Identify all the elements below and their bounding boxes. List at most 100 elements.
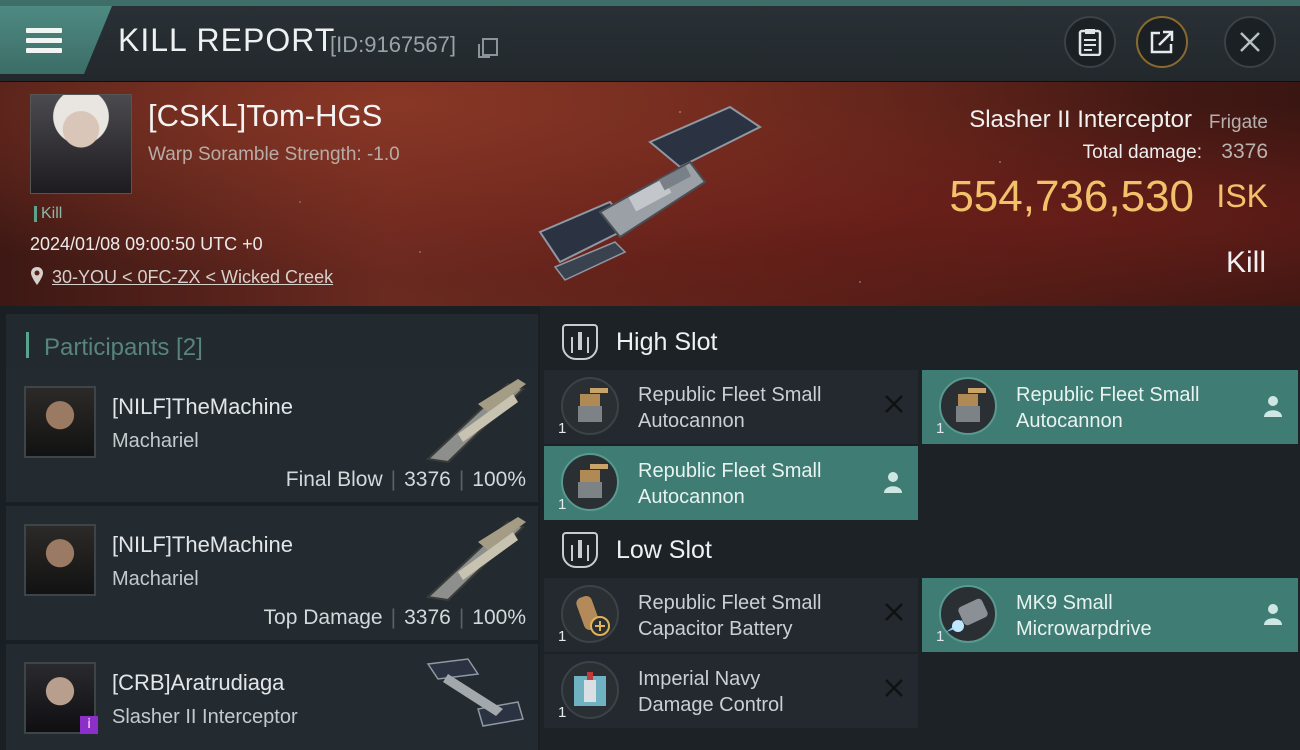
module-name-line1: Republic Fleet Small [638, 384, 822, 406]
close-icon [1240, 32, 1260, 52]
module-name: MK9 Small Microwarpdrive [1016, 590, 1246, 642]
info-badge[interactable]: i [80, 716, 98, 734]
module-item[interactable]: 1 Republic Fleet Small Capacitor Battery [544, 578, 918, 652]
report-id: [ID:9167567] [330, 32, 456, 57]
participants-header: Participants [2] [6, 314, 538, 372]
kill-location-link[interactable]: 30-YOU < 0FC-ZX < Wicked Creek [52, 267, 333, 288]
isk-value: 554,736,530 [949, 172, 1194, 221]
victim-name[interactable]: [CSKL]Tom-HGS [148, 98, 382, 134]
clipboard-icon [1078, 29, 1102, 56]
module-quantity: 1 [936, 420, 945, 437]
share-icon [1150, 30, 1174, 54]
participant-ship-image[interactable] [418, 654, 528, 734]
person-icon [884, 472, 902, 493]
participant-avatar[interactable] [24, 386, 96, 458]
copy-icon[interactable] [478, 38, 498, 58]
microwarpdrive-icon [939, 585, 997, 643]
victim-ship-name[interactable]: Slasher II Interceptor [969, 106, 1192, 134]
high-slot-header: High Slot [544, 310, 1300, 372]
kill-tag: Kill [34, 206, 62, 222]
module-name-line2: Autocannon [1016, 410, 1123, 432]
module-name: Imperial Navy Damage Control [638, 666, 868, 718]
module-quantity: 1 [936, 628, 945, 645]
module-name-line2: Autocannon [638, 410, 745, 432]
module-name-line1: Republic Fleet Small [638, 460, 822, 482]
participant-ship-image[interactable] [418, 512, 528, 602]
module-name-line1: Republic Fleet Small [638, 592, 822, 614]
module-name-line1: MK9 Small [1016, 592, 1113, 614]
autocannon-icon [561, 377, 619, 435]
participant-role: Top Damage [263, 606, 383, 629]
kill-timestamp: 2024/01/08 09:00:50 UTC +0 [30, 234, 263, 254]
participants-panel: Participants [2] [NILF]TheMachine Machar… [0, 306, 540, 750]
autocannon-icon [561, 453, 619, 511]
module-name-line2: Microwarpdrive [1016, 618, 1152, 640]
x-icon [885, 679, 903, 697]
x-icon [885, 395, 903, 413]
module-name-line2: Autocannon [638, 486, 745, 508]
isk-unit: ISK [1216, 178, 1268, 214]
participant-role: Final Blow [285, 468, 383, 491]
module-item[interactable]: 1 Imperial Navy Damage Control [544, 654, 918, 728]
participants-label: Participants [2] [44, 334, 203, 361]
total-damage-value: 3376 [1221, 140, 1268, 163]
share-button[interactable] [1136, 16, 1188, 68]
module-quantity: 1 [558, 628, 567, 645]
menu-button[interactable] [0, 6, 112, 74]
module-name-line2: Capacitor Battery [638, 618, 793, 640]
module-item[interactable]: 1 Republic Fleet Small Autocannon [922, 370, 1298, 444]
participant-stats: Final Blow | 3376 | 100% [285, 468, 526, 491]
participant-row[interactable]: [NILF]TheMachine Machariel Top Damage | 33… [6, 506, 538, 640]
high-slot-label: High Slot [616, 328, 718, 356]
low-slot-header: Low Slot [544, 518, 1300, 580]
module-name: Republic Fleet Small Autocannon [1016, 382, 1246, 434]
high-slot-icon [562, 324, 598, 360]
location-pin-icon [31, 267, 43, 285]
participant-name[interactable]: [NILF]TheMachine [112, 394, 293, 420]
person-icon [1264, 396, 1282, 417]
participant-avatar[interactable] [24, 524, 96, 596]
warp-scramble-strength: Warp Soramble Strength: -1.0 [148, 144, 400, 165]
participant-ship-image[interactable] [418, 374, 528, 464]
low-slot-label: Low Slot [616, 536, 712, 564]
module-item[interactable]: 1 Republic Fleet Small Autocannon [544, 370, 918, 444]
participants-accent-bar [26, 332, 29, 358]
participant-damage: 3376 [404, 606, 451, 629]
x-icon [885, 603, 903, 621]
autocannon-icon [939, 377, 997, 435]
participant-percent: 100% [472, 606, 526, 629]
total-damage-label: Total damage: [1082, 142, 1202, 163]
victim-ship-class: Frigate [1208, 112, 1268, 133]
result-label: Kill [1225, 246, 1266, 279]
fitting-panel: High Slot 1 Republic Fleet Small Autocann… [540, 306, 1300, 750]
participant-ship: Slasher II Interceptor [112, 706, 298, 728]
low-slot-icon [562, 532, 598, 568]
top-accent-line [0, 0, 1300, 6]
participant-ship: Machariel [112, 568, 199, 590]
participant-percent: 100% [472, 468, 526, 491]
victim-avatar[interactable] [30, 94, 132, 194]
close-button[interactable] [1224, 16, 1276, 68]
module-name: Republic Fleet Small Autocannon [638, 382, 868, 434]
module-name-line2: Damage Control [638, 694, 784, 716]
capacitor-battery-icon [561, 585, 619, 643]
damage-control-icon [561, 661, 619, 719]
participant-name[interactable]: [NILF]TheMachine [112, 532, 293, 558]
participant-name[interactable]: [CRB]Aratrudiaga [112, 670, 284, 696]
victim-ship-image[interactable] [520, 102, 780, 282]
participant-row[interactable]: i [CRB]Aratrudiaga Slasher II Intercepto… [6, 644, 538, 750]
module-item[interactable]: 1 MK9 Small Microwarpdrive [922, 578, 1298, 652]
participant-row[interactable]: [NILF]TheMachine Machariel Final Blow | 33… [6, 368, 538, 502]
top-bar: KILL REPORT [ID:9167567] [0, 0, 1300, 82]
participant-damage: 3376 [404, 468, 451, 491]
module-quantity: 1 [558, 420, 567, 437]
page-title: KILL REPORT [118, 22, 336, 58]
clipboard-button[interactable] [1064, 16, 1116, 68]
participant-stats: Top Damage | 3376 | 100% [263, 606, 526, 629]
module-quantity: 1 [558, 704, 567, 721]
module-name-line1: Imperial Navy [638, 668, 761, 690]
victim-banner: [CSKL]Tom-HGS Warp Soramble Strength: -1… [0, 82, 1300, 306]
module-item[interactable]: 1 Republic Fleet Small Autocannon [544, 446, 918, 520]
module-name: Republic Fleet Small Autocannon [638, 458, 868, 510]
participant-ship: Machariel [112, 430, 199, 452]
